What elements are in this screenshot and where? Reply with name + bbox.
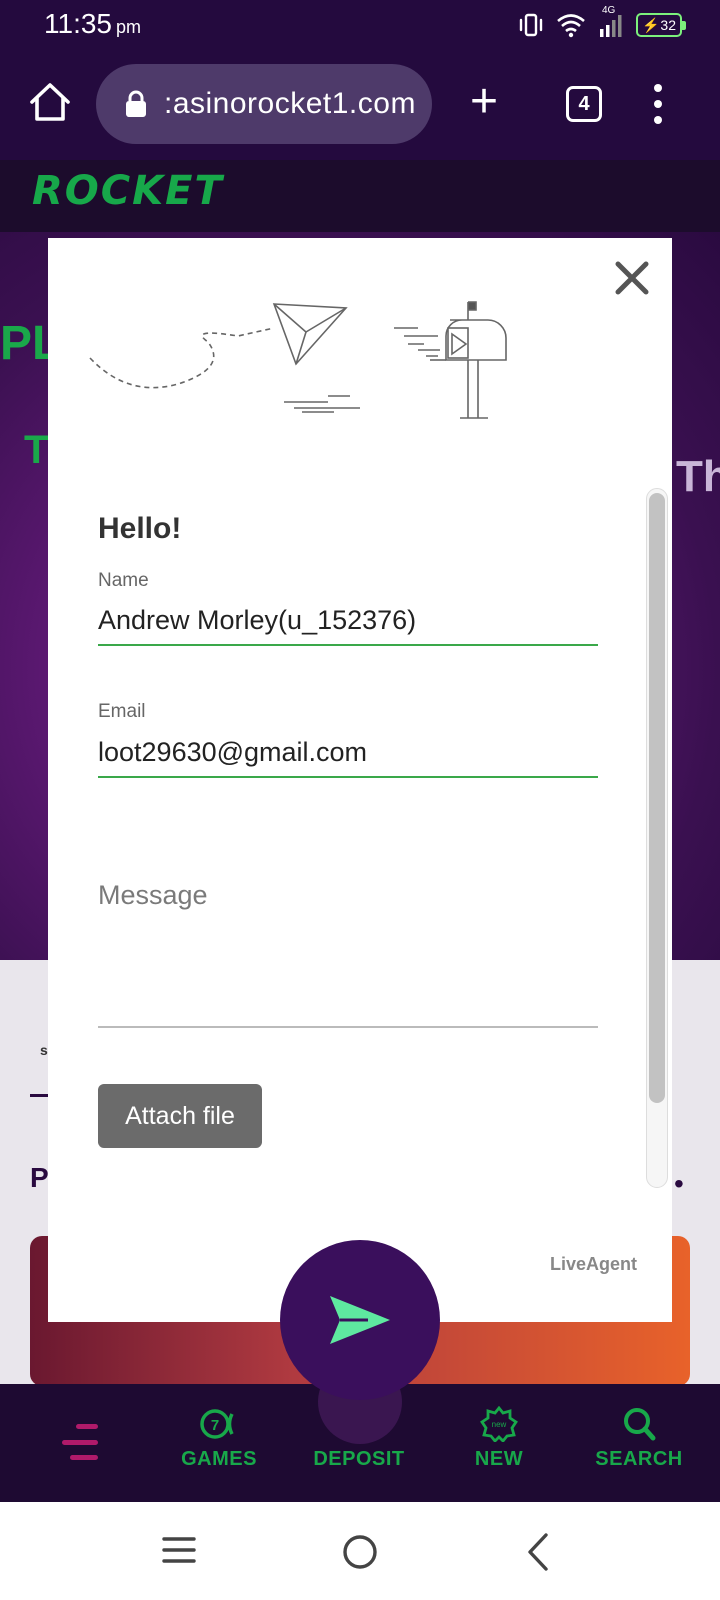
battery-level: 32 — [660, 17, 676, 33]
recent-apps-icon[interactable] — [162, 1536, 196, 1564]
send-button[interactable] — [280, 1240, 440, 1400]
lock-icon — [126, 90, 146, 117]
back-icon[interactable] — [526, 1532, 550, 1572]
new-tab-icon[interactable]: + — [470, 78, 498, 126]
browser-toolbar: :asinorocket1.com + 4 — [0, 52, 720, 160]
greeting-heading: Hello! — [98, 512, 182, 545]
svg-text:new: new — [492, 1420, 507, 1429]
email-label: Email — [98, 701, 146, 722]
nav-games-label: GAMES — [181, 1448, 257, 1470]
liveagent-brand[interactable]: LiveAgent — [550, 1254, 637, 1275]
content-tab-label: s — [40, 1042, 48, 1058]
scrollbar-thumb[interactable] — [649, 493, 665, 1103]
nav-games[interactable]: 7 GAMES — [164, 1406, 274, 1471]
svg-text:7: 7 — [211, 1417, 219, 1434]
games-icon: 7 — [200, 1409, 234, 1439]
contact-form-dialog: Hello! Name Email Attach file LiveAgent — [48, 238, 672, 1322]
paper-plane-icon — [89, 303, 360, 413]
name-field[interactable] — [98, 596, 598, 646]
battery-icon: ⚡ 32 — [636, 13, 686, 37]
search-icon — [624, 1408, 656, 1441]
nav-new-label: NEW — [474, 1448, 524, 1470]
status-time: 11:35 pm — [44, 8, 142, 39]
hero-side-text: Th — [676, 452, 720, 501]
name-label: Name — [98, 570, 149, 591]
browser-menu-icon[interactable] — [652, 84, 664, 124]
system-nav-bar — [0, 1502, 720, 1600]
home-circle-icon[interactable] — [340, 1532, 380, 1572]
message-field[interactable] — [98, 878, 598, 1028]
menu-icon[interactable] — [62, 1424, 98, 1460]
wifi-icon — [557, 14, 585, 38]
send-icon — [330, 1296, 390, 1344]
status-ampm: pm — [116, 17, 142, 37]
address-bar[interactable]: :asinorocket1.com — [96, 64, 432, 144]
content-tab-indicator — [30, 1094, 50, 1097]
mail-illustration — [89, 301, 507, 419]
new-badge-icon: new — [480, 1406, 518, 1442]
url-text: :asinorocket1.com — [164, 87, 416, 120]
nav-new[interactable]: new NEW — [444, 1406, 554, 1471]
mailbox-icon — [394, 301, 507, 419]
status-icons: 4G ⚡ 32 — [518, 5, 686, 40]
rocket-logo[interactable]: ROCKET — [32, 168, 224, 214]
nav-search[interactable]: SEARCH — [584, 1406, 694, 1471]
status-bar: 11:35 pm 4G ⚡ 32 — [0, 0, 720, 52]
site-header: ROCKET — [0, 160, 720, 232]
section-title: P — [30, 1162, 49, 1193]
scrollbar[interactable] — [646, 488, 668, 1188]
vibrate-icon — [519, 13, 543, 37]
close-icon[interactable] — [612, 258, 652, 298]
home-icon[interactable] — [28, 80, 72, 124]
email-field[interactable] — [98, 728, 598, 778]
section-dot: • — [674, 1168, 684, 1199]
attach-file-button[interactable]: Attach file — [98, 1084, 262, 1148]
nav-search-label: SEARCH — [595, 1448, 683, 1470]
hero-subtext: T — [24, 428, 49, 472]
signal-icon: 4G — [598, 5, 624, 39]
nav-deposit-label: DEPOSIT — [313, 1448, 405, 1470]
tab-switcher-button[interactable]: 4 — [566, 86, 602, 122]
